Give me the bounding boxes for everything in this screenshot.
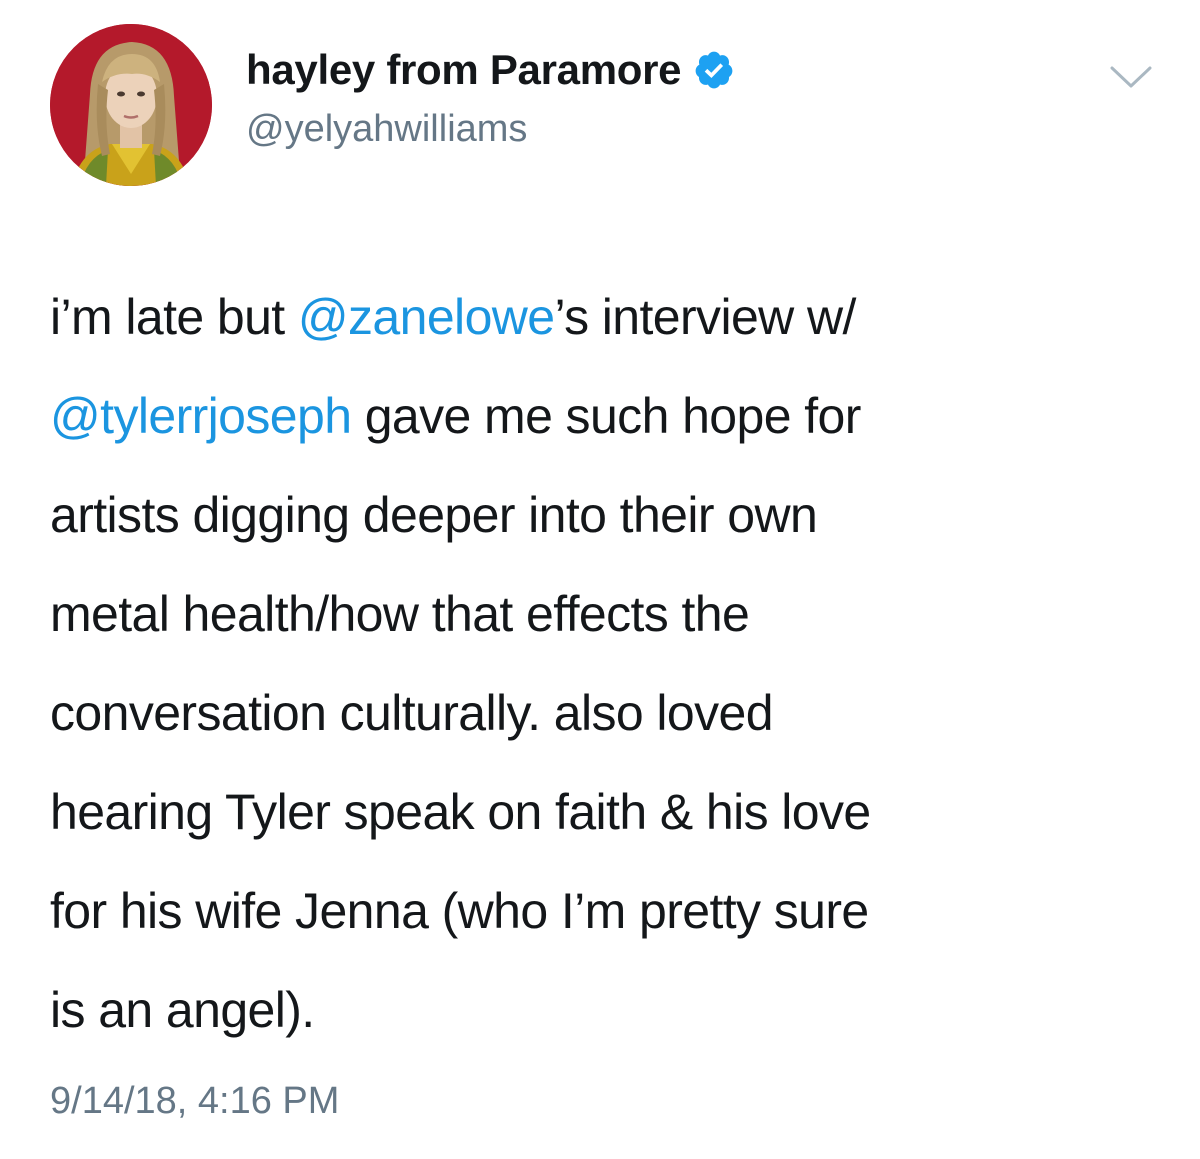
tweet-text-line: metal health/how that effects the bbox=[50, 586, 750, 642]
tweet-text-line: is an angel). bbox=[50, 982, 315, 1038]
author-handle[interactable]: @yelyahwilliams bbox=[246, 108, 527, 151]
author-avatar[interactable] bbox=[50, 24, 212, 186]
tweet-text-line: i’m late but @zanelowe’s interview w/ bbox=[50, 268, 1160, 367]
text-fragment: i’m late but bbox=[50, 289, 298, 345]
text-fragment: ’s interview w/ bbox=[554, 289, 857, 345]
verified-badge-icon bbox=[693, 49, 735, 91]
tweet-text-line: for his wife Jenna (who I’m pretty sure bbox=[50, 883, 869, 939]
tweet-text-line: artists digging deeper into their own bbox=[50, 487, 818, 543]
tweet-card: hayley from Paramore @yelyahwilliams i’m… bbox=[0, 0, 1200, 1159]
tweet-text-line: conversation culturally. also loved bbox=[50, 685, 774, 741]
tweet-text: i’m late but @zanelowe’s interview w/ @t… bbox=[50, 268, 1160, 1060]
chevron-down-icon[interactable] bbox=[1108, 62, 1154, 92]
tweet-text-line: hearing Tyler speak on faith & his love bbox=[50, 784, 871, 840]
mention-link-zanelowe[interactable]: @zanelowe bbox=[298, 289, 555, 345]
text-fragment: gave me such hope for bbox=[351, 388, 862, 444]
avatar-image bbox=[50, 24, 212, 186]
tweet-timestamp[interactable]: 9/14/18, 4:16 PM bbox=[50, 1080, 339, 1123]
tweet-text-line: @tylerrjoseph gave me such hope for bbox=[50, 367, 1160, 466]
author-name-row: hayley from Paramore bbox=[246, 46, 735, 94]
mention-link-tylerrjoseph[interactable]: @tylerrjoseph bbox=[50, 388, 352, 444]
author-display-name[interactable]: hayley from Paramore bbox=[246, 46, 682, 94]
